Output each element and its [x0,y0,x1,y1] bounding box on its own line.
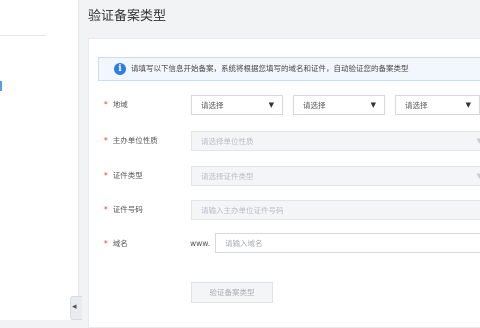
region-province-select[interactable]: 请选择 ▼ [191,95,283,115]
region-district-select[interactable]: 请选择 ▼ [395,95,480,115]
org-type-label: * 主办单位性质 [104,135,158,147]
dropdown-caret-icon: ▼ [465,101,471,109]
cert-type-select[interactable]: 请选择证件类型 ▼ [191,166,480,186]
required-mark: * [104,100,108,109]
sidebar-active-marker [0,81,2,91]
cert-type-label: * 证件类型 [104,170,143,182]
cert-number-label-text: 证件号码 [112,205,143,214]
dropdown-caret-icon: ▼ [268,101,274,109]
domain-prefix: www. [190,239,211,248]
region-label-text: 地域 [112,100,128,109]
required-mark: * [104,171,108,180]
input-placeholder: 请输入域名 [225,239,263,248]
required-mark: * [104,136,108,145]
select-value: 请选择 [201,101,224,110]
select-placeholder: 请选择证件类型 [201,172,254,181]
region-city-select[interactable]: 请选择 ▼ [293,95,385,115]
sidebar-divider [0,35,46,36]
cert-number-input[interactable]: 请输入主办单位证件号码 [191,200,480,220]
org-type-label-text: 主办单位性质 [112,136,158,145]
region-label: * 地域 [104,99,128,111]
required-mark: * [104,239,108,248]
dropdown-caret-icon: ▼ [476,137,480,145]
select-value: 请选择 [405,101,428,110]
dropdown-caret-icon: ▼ [476,172,480,180]
cert-type-label-text: 证件类型 [112,171,143,180]
left-sidebar [0,0,79,320]
dropdown-caret-icon: ▼ [370,101,376,109]
domain-label-text: 域名 [112,239,128,248]
domain-input[interactable]: 请输入域名 [215,233,480,253]
required-mark: * [104,205,108,214]
collapse-arrow-icon: ◂ [72,302,77,312]
info-banner: i 请填写以下信息开始备案，系统将根据您填写的域名和证件，自动验证您的备案类型 [98,57,480,81]
domain-label: * 域名 [104,238,128,250]
info-icon: i [114,63,126,75]
select-placeholder: 请选择单位性质 [201,137,254,146]
select-value: 请选择 [303,101,326,110]
page-title: 验证备案类型 [88,9,167,24]
input-placeholder: 请输入主办单位证件号码 [201,206,284,215]
info-text: 请填写以下信息开始备案，系统将根据您填写的域名和证件，自动验证您的备案类型 [131,64,409,73]
org-type-select[interactable]: 请选择单位性质 ▼ [191,131,480,151]
sidebar-collapse-button[interactable]: ◂ [70,296,82,320]
verify-filing-type-button[interactable]: 验证备案类型 [191,282,273,303]
cert-number-label: * 证件号码 [104,204,143,216]
